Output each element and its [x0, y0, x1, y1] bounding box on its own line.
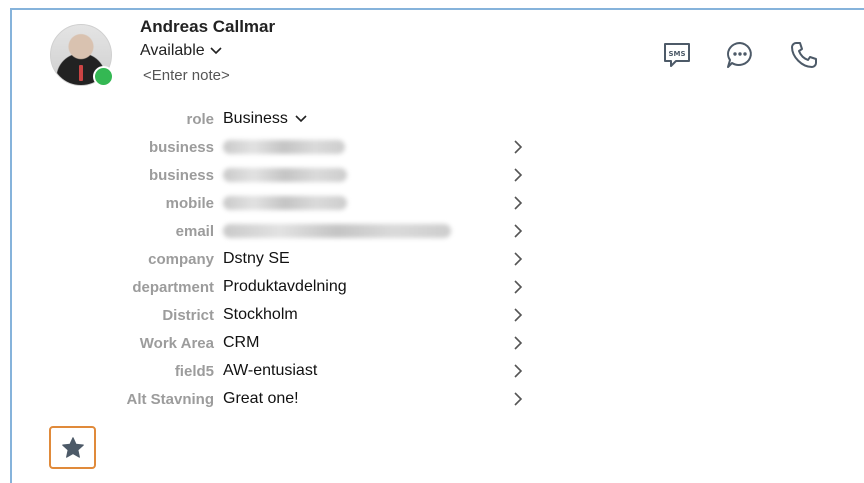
note-field[interactable]: <Enter note>	[143, 67, 230, 84]
sms-button[interactable]: SMS	[660, 38, 694, 72]
field-value: Stockholm	[223, 306, 298, 323]
sms-icon: SMS	[664, 43, 690, 67]
field-label: field5	[174, 362, 214, 380]
chevron-right-icon[interactable]	[510, 139, 526, 155]
chevron-right-icon[interactable]	[510, 223, 526, 239]
chevron-down-icon	[210, 47, 222, 55]
field-row: Alt Stavning Great one!	[0, 385, 540, 413]
redacted-value	[223, 224, 451, 238]
chevron-down-icon	[295, 115, 307, 123]
status-dropdown[interactable]: Available	[140, 42, 223, 60]
chevron-right-icon[interactable]	[510, 167, 526, 183]
phone-icon	[791, 42, 817, 68]
redacted-value	[223, 140, 345, 154]
role-dropdown[interactable]: Business	[223, 110, 308, 128]
field-label: Work Area	[139, 334, 214, 352]
field-label: business	[148, 166, 214, 184]
redacted-value	[223, 168, 347, 182]
field-value: CRM	[223, 334, 260, 351]
chat-bubble-icon	[727, 42, 752, 68]
chevron-right-icon[interactable]	[510, 279, 526, 295]
field-label: Alt Stavning	[126, 390, 214, 408]
field-value: Produktavdelning	[223, 278, 347, 295]
chevron-right-icon[interactable]	[510, 251, 526, 267]
field-row: business	[0, 161, 540, 189]
field-value: AW-entusiast	[223, 362, 318, 379]
field-row: business	[0, 133, 540, 161]
chevron-right-icon[interactable]	[510, 195, 526, 211]
field-row: department Produktavdelning	[0, 273, 540, 301]
role-value: Business	[223, 110, 288, 127]
favorite-button[interactable]	[49, 426, 96, 469]
svg-text:SMS: SMS	[668, 50, 685, 58]
field-label: mobile	[165, 194, 214, 212]
field-row: field5 AW-entusiast	[0, 357, 540, 385]
chevron-right-icon[interactable]	[510, 307, 526, 323]
chevron-right-icon[interactable]	[510, 391, 526, 407]
chevron-right-icon[interactable]	[510, 363, 526, 379]
redacted-value	[223, 196, 347, 210]
field-row: email	[0, 217, 540, 245]
field-row: company Dstny SE	[0, 245, 540, 273]
presence-indicator	[93, 66, 114, 87]
field-label: department	[132, 278, 214, 296]
field-label: company	[148, 250, 214, 268]
field-value: Great one!	[223, 390, 299, 407]
call-button[interactable]	[787, 38, 821, 72]
chevron-right-icon[interactable]	[510, 335, 526, 351]
field-label: role	[186, 110, 214, 128]
field-row: Work Area CRM	[0, 329, 540, 357]
status-label: Available	[140, 42, 205, 59]
field-label: District	[162, 306, 214, 324]
star-icon	[61, 436, 84, 458]
field-value: Dstny SE	[223, 250, 290, 267]
field-row-role: role Business	[0, 105, 540, 133]
field-label: email	[175, 222, 214, 240]
field-row: District Stockholm	[0, 301, 540, 329]
chat-button[interactable]	[723, 38, 757, 72]
field-label: business	[148, 138, 214, 156]
field-row: mobile	[0, 189, 540, 217]
contact-name: Andreas Callmar	[140, 17, 276, 36]
